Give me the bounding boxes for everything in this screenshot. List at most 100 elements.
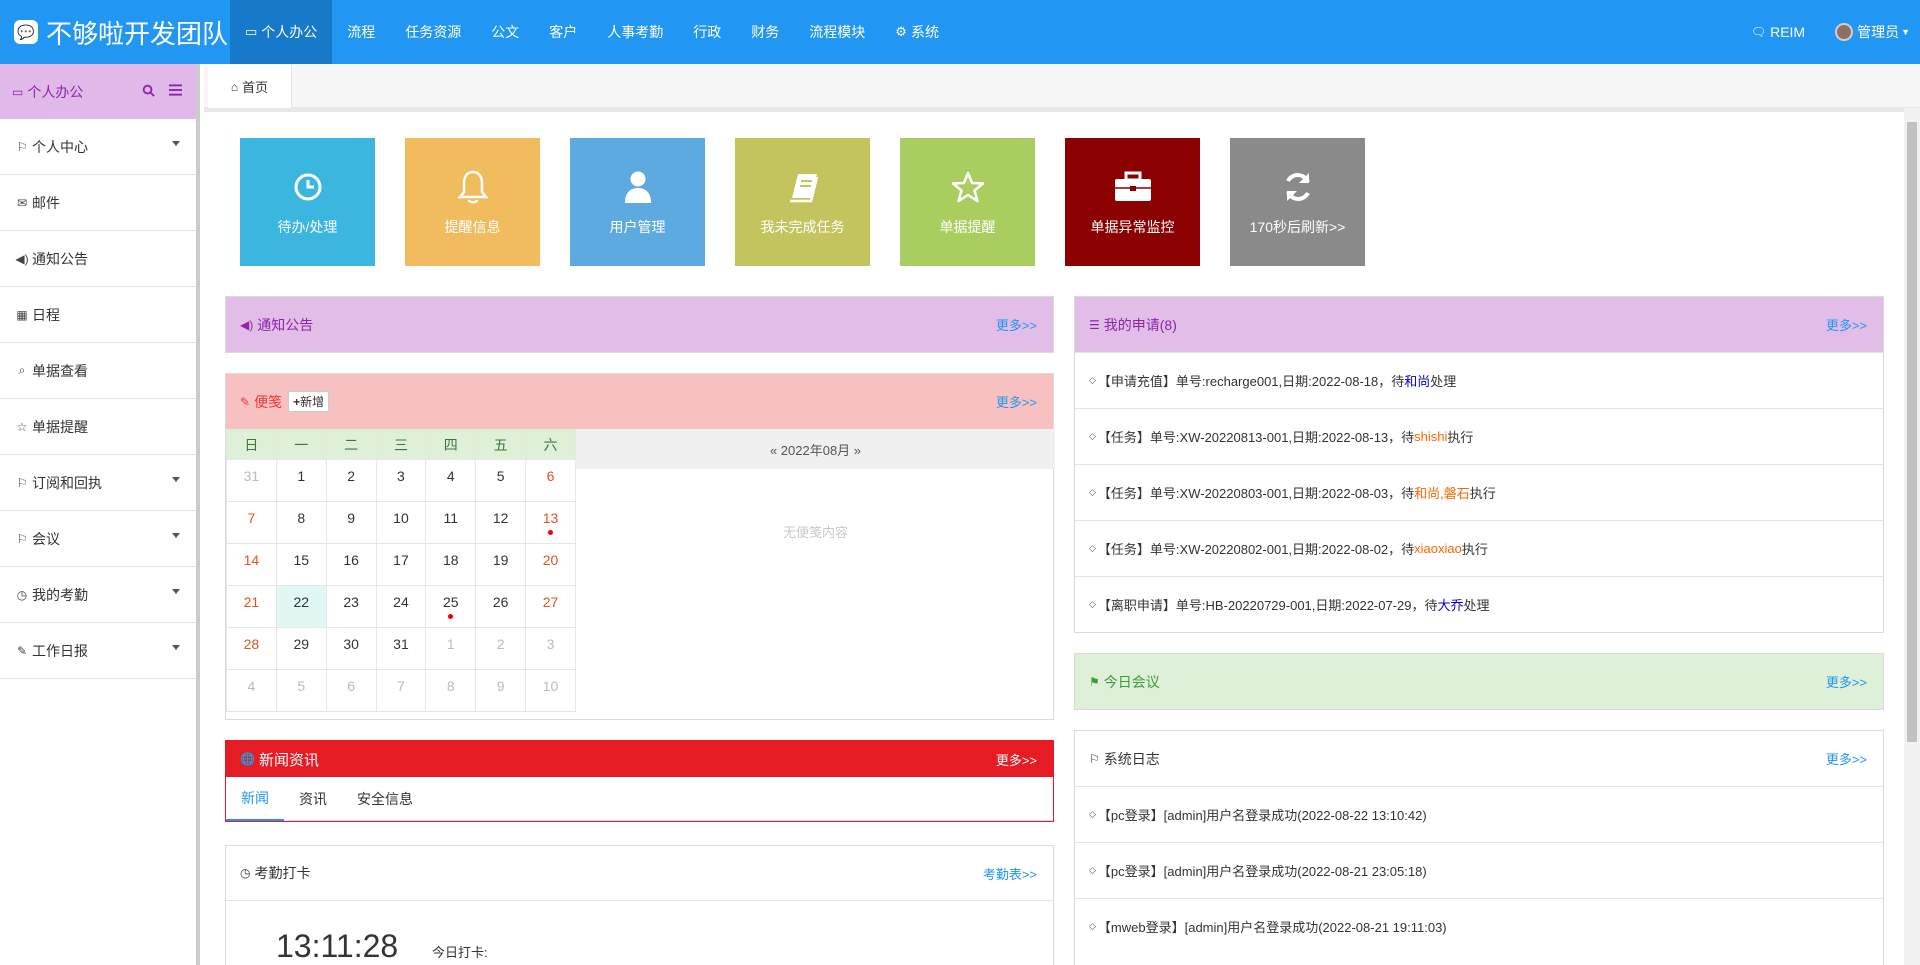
news-more-link[interactable]: 更多>> [996, 750, 1037, 769]
apply-item[interactable]: ◇ 【离职申请】单号:HB-20220729-001,日期:2022-07-29… [1075, 576, 1883, 632]
sidebar-item-subscribe[interactable]: ⚐ 订阅和回执 [0, 455, 196, 511]
calendar-day[interactable]: 7 [375, 669, 427, 712]
calendar-day[interactable]: 3 [525, 627, 576, 670]
apply-item[interactable]: ◇ 【任务】单号:XW-20220802-001,日期:2022-08-02，待… [1075, 520, 1883, 576]
reim-link[interactable]: 🗨 REIM [1751, 24, 1805, 40]
calendar-day[interactable]: 6 [525, 459, 576, 502]
calendar-day[interactable]: 26 [475, 585, 527, 628]
nav-item-flow[interactable]: 流程 [332, 0, 390, 64]
calendar-day[interactable]: 18 [425, 543, 477, 586]
log-item[interactable]: ◇ 【mweb登录】[admin]用户名登录成功(2022-08-21 19:1… [1075, 898, 1883, 954]
sidebar-item-personal-center[interactable]: ⚐ 个人中心 [0, 119, 196, 175]
nav-item-task-resource[interactable]: 任务资源 [390, 0, 476, 64]
tile-reminder[interactable]: 提醒信息 [405, 138, 540, 266]
sidebar-item-doc-remind[interactable]: ☆ 单据提醒 [0, 399, 196, 455]
calendar-day[interactable]: 1 [275, 459, 327, 502]
calendar-day[interactable]: 2 [325, 459, 377, 502]
calendar-day[interactable]: 1 [425, 627, 477, 670]
my-apply-more-link[interactable]: 更多>> [1826, 315, 1867, 334]
sidebar-item-my-attendance[interactable]: ◷ 我的考勤 [0, 567, 196, 623]
calendar-day[interactable]: 14 [226, 543, 277, 586]
calendar-day[interactable]: 17 [375, 543, 427, 586]
sidebar-item-meeting[interactable]: ⚐ 会议 [0, 511, 196, 567]
nav-item-customer[interactable]: 客户 [534, 0, 592, 64]
month-navigator[interactable]: « 2022年08月 » [576, 429, 1055, 469]
calendar-day[interactable]: 29 [275, 627, 327, 670]
calendar-day[interactable]: 27 [525, 585, 576, 628]
sidebar-item-schedule[interactable]: ▦ 日程 [0, 287, 196, 343]
calendar-day[interactable]: 12 [475, 501, 527, 544]
syslog-more-link[interactable]: 更多>> [1826, 749, 1867, 768]
nav-item-personal-office[interactable]: ▭ 个人办公 [230, 0, 333, 64]
tile-doc-remind[interactable]: 单据提醒 [900, 138, 1035, 266]
user-menu[interactable]: 管理员 ▼ [1835, 22, 1910, 42]
calendar-day[interactable]: 3 [375, 459, 427, 502]
log-item[interactable]: ◇ 【pc登录】[admin]用户名登录成功(2022-08-22 13:10:… [1075, 786, 1883, 842]
calendar-day[interactable]: 6 [325, 669, 377, 712]
nav-item-system[interactable]: ⚙ 系统 [880, 0, 954, 64]
meeting-more-link[interactable]: 更多>> [1826, 672, 1867, 691]
calendar-day[interactable]: 15 [275, 543, 327, 586]
calendar-day[interactable]: 30 [325, 627, 377, 670]
tile-user-management[interactable]: 用户管理 [570, 138, 705, 266]
apply-item[interactable]: ◇ 【任务】单号:XW-20220803-001,日期:2022-08-03，待… [1075, 464, 1883, 520]
calendar-day[interactable]: 21 [226, 585, 277, 628]
calendar-day[interactable]: 10 [375, 501, 427, 544]
notice-more-link[interactable]: 更多>> [996, 315, 1037, 334]
calendar-day[interactable]: 11 [425, 501, 477, 544]
nav-item-hr-attendance[interactable]: 人事考勤 [592, 0, 678, 64]
calendar-day[interactable]: 24 [375, 585, 427, 628]
sidebar-item-notice[interactable]: ◀) 通知公告 [0, 231, 196, 287]
nav-item-document[interactable]: 公文 [476, 0, 534, 64]
nav-item-finance[interactable]: 财务 [736, 0, 794, 64]
calendar-day[interactable]: 4 [226, 669, 277, 712]
tile-doc-monitor[interactable]: 单据异常监控 [1065, 138, 1200, 266]
tile-refresh[interactable]: 170秒后刷新>> [1230, 138, 1365, 266]
tile-unfinished-tasks[interactable]: 我未完成任务 [735, 138, 870, 266]
brand[interactable]: 💬 不够啦开发团队 [14, 0, 228, 64]
calendar-day[interactable]: 9 [325, 501, 377, 544]
log-item[interactable]: ◇ 【pc登录】[admin]用户名登录成功(2022-08-21 23:05:… [1075, 842, 1883, 898]
sidebar-item-doc-view[interactable]: ⌕ 单据查看 [0, 343, 196, 399]
diamond-icon: ◇ [1089, 431, 1096, 441]
calendar-day[interactable]: 7 [226, 501, 277, 544]
sidebar-item-daily-report[interactable]: ✎ 工作日报 [0, 623, 196, 679]
scrollbar-thumb[interactable] [1907, 122, 1917, 742]
memo-add-button[interactable]: +新增 [288, 391, 330, 412]
calendar-day-today[interactable]: 22 [275, 585, 327, 628]
calendar-day[interactable]: 16 [325, 543, 377, 586]
search-icon[interactable] [142, 84, 155, 100]
calendar-day[interactable]: 20 [525, 543, 576, 586]
calendar-day[interactable]: 31 [375, 627, 427, 670]
calendar-day[interactable]: 10 [525, 669, 576, 712]
scrollbar[interactable] [1904, 108, 1920, 965]
nav-item-admin[interactable]: 行政 [678, 0, 736, 64]
menu-icon[interactable] [169, 84, 182, 99]
tile-todo[interactable]: 待办/处理 [240, 138, 375, 266]
calendar-day[interactable]: 2 [475, 627, 527, 670]
sidebar-item-mail[interactable]: ✉ 邮件 [0, 175, 196, 231]
calendar-day[interactable]: 8 [425, 669, 477, 712]
attendance-sheet-link[interactable]: 考勤表>> [983, 864, 1037, 883]
diamond-icon: ◇ [1089, 599, 1096, 609]
calendar-day[interactable]: 31 [226, 459, 277, 502]
calendar-day[interactable]: 5 [275, 669, 327, 712]
tab-info[interactable]: 资讯 [284, 777, 342, 821]
apply-item[interactable]: ◇ 【任务】单号:XW-20220813-001,日期:2022-08-13，待… [1075, 408, 1883, 464]
calendar-day[interactable]: 25 [425, 585, 477, 628]
calendar-day[interactable]: 4 [425, 459, 477, 502]
calendar-day[interactable]: 28 [226, 627, 277, 670]
calendar-day[interactable]: 9 [475, 669, 527, 712]
apply-item[interactable]: ◇ 【申请充值】单号:recharge001,日期:2022-08-18，待 和尚… [1075, 352, 1883, 408]
tab-home[interactable]: ⌂ 首页 [208, 64, 292, 109]
avatar [1835, 23, 1854, 41]
nav-item-flow-module[interactable]: 流程模块 [794, 0, 880, 64]
memo-more-link[interactable]: 更多>> [996, 392, 1037, 411]
tab-news[interactable]: 新闻 [226, 777, 284, 821]
calendar-day[interactable]: 8 [275, 501, 327, 544]
calendar-day[interactable]: 5 [475, 459, 527, 502]
calendar-day[interactable]: 19 [475, 543, 527, 586]
calendar-day[interactable]: 13 [525, 501, 576, 544]
tab-security[interactable]: 安全信息 [342, 777, 428, 821]
calendar-day[interactable]: 23 [325, 585, 377, 628]
